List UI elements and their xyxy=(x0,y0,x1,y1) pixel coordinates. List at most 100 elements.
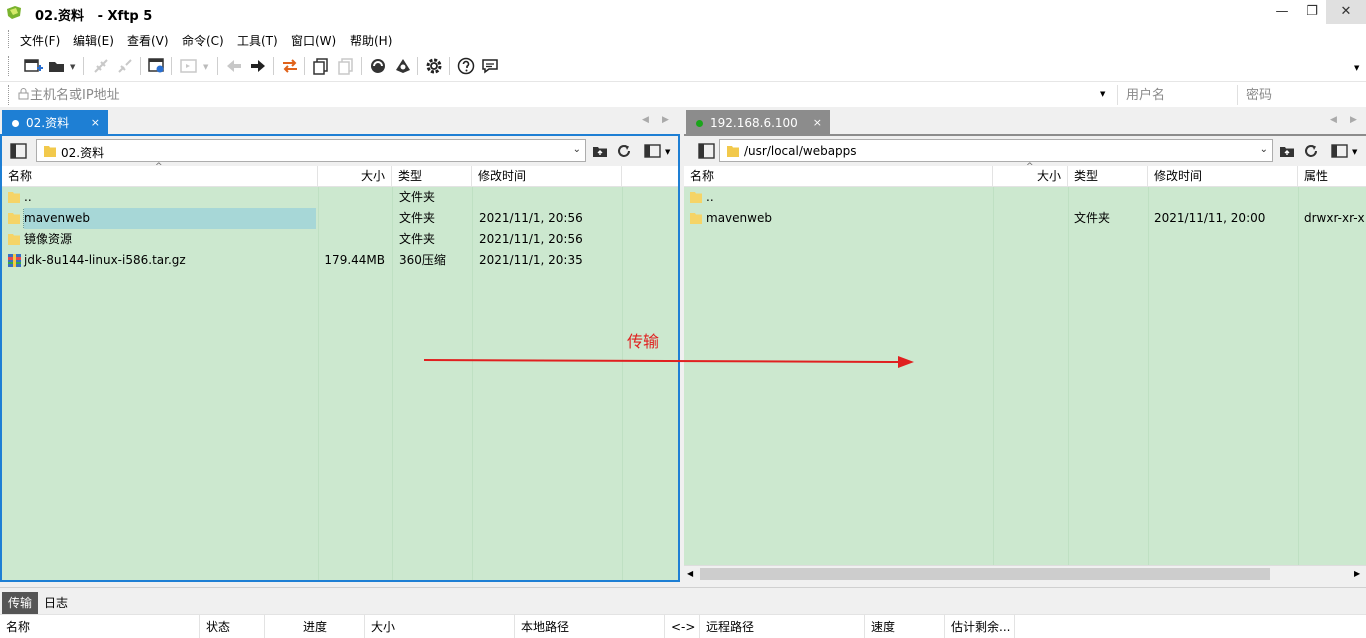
folder-icon xyxy=(44,146,56,157)
sidebar-toggle-icon[interactable] xyxy=(698,143,715,159)
disconnect-icon[interactable] xyxy=(115,56,135,76)
tab-scroll-left-icon[interactable]: ◀ xyxy=(1330,115,1337,125)
password-input[interactable] xyxy=(1237,85,1357,105)
sort-ascending-icon: ^ xyxy=(1026,162,1034,172)
tab-remote-192-168-6-100[interactable]: 192.168.6.100 × xyxy=(686,110,830,136)
menu-file[interactable]: 文件(F) xyxy=(20,32,60,49)
view-mode-chevron-icon[interactable]: ▼ xyxy=(1352,148,1357,156)
tcol-status[interactable]: 状态 xyxy=(200,615,265,638)
tab-scroll-right-icon[interactable]: ▶ xyxy=(662,115,669,125)
parent-folder-icon[interactable] xyxy=(1278,142,1296,160)
back-arrow-icon[interactable] xyxy=(224,56,244,76)
tab-close-icon[interactable]: × xyxy=(91,110,100,136)
scroll-left-icon[interactable]: ◀ xyxy=(687,569,693,578)
tab-scroll-right-icon[interactable]: ▶ xyxy=(1350,115,1357,125)
menu-window[interactable]: 窗口(W) xyxy=(291,32,336,49)
tcol-remote-path[interactable]: 远程路径 xyxy=(700,615,865,638)
file-row[interactable]: .. 文件夹 xyxy=(2,187,678,208)
paste-icon[interactable] xyxy=(336,56,356,76)
menu-tools[interactable]: 工具(T) xyxy=(237,32,278,49)
tab-close-icon[interactable]: × xyxy=(813,110,822,136)
copy-icon[interactable] xyxy=(311,56,331,76)
connect-icon[interactable] xyxy=(91,56,111,76)
file-row[interactable]: mavenweb 文件夹 2021/11/11, 20:00 drwxr-xr-… xyxy=(684,208,1366,229)
menu-command[interactable]: 命令(C) xyxy=(182,32,224,49)
toolbar-grip xyxy=(8,56,10,76)
xftp-logo-icon xyxy=(6,4,22,20)
tcol-name[interactable]: 名称 xyxy=(0,615,200,638)
view-mode-icon[interactable] xyxy=(1331,142,1349,160)
col-type[interactable]: 类型 xyxy=(1068,166,1148,187)
help-icon[interactable] xyxy=(456,56,476,76)
view-mode-icon[interactable] xyxy=(644,142,662,160)
refresh-icon[interactable] xyxy=(615,142,633,160)
tab-log[interactable]: 日志 xyxy=(38,592,74,614)
toolbar-separator xyxy=(273,57,274,75)
remote-path-input[interactable]: /usr/local/webapps ⌄ xyxy=(719,139,1273,162)
tcol-direction[interactable]: <-> xyxy=(665,615,700,638)
scrollbar-thumb[interactable] xyxy=(700,568,1270,580)
local-column-header: 名称 ^ 大小 类型 修改时间 xyxy=(2,162,678,187)
xshell-icon[interactable] xyxy=(368,56,388,76)
local-path-text: 02.资料 xyxy=(61,146,105,160)
col-name[interactable]: 名称 xyxy=(684,166,993,187)
tcol-eta[interactable]: 估计剩余... xyxy=(945,615,1015,638)
tab-transfers[interactable]: 传输 xyxy=(2,592,39,614)
col-modified[interactable]: 修改时间 xyxy=(1148,166,1298,187)
terminal-dropdown-chevron-icon[interactable]: ▼ xyxy=(203,63,208,71)
refresh-icon[interactable] xyxy=(1302,142,1320,160)
address-grip xyxy=(8,85,10,105)
terminal-icon[interactable] xyxy=(179,56,199,76)
tab-label: 02.资料 xyxy=(26,116,70,130)
tcol-progress[interactable]: 进度 xyxy=(265,615,365,638)
toolbar-separator xyxy=(361,57,362,75)
transfer-list-header: 名称 状态 进度 大小 本地路径 <-> 远程路径 速度 估计剩余... xyxy=(0,614,1366,638)
properties-icon[interactable] xyxy=(147,56,167,76)
file-name: .. xyxy=(706,190,714,204)
forward-arrow-icon[interactable] xyxy=(248,56,268,76)
annotation-label: 传输 xyxy=(627,332,660,351)
path-dropdown-chevron-icon[interactable]: ⌄ xyxy=(573,144,581,155)
menu-view[interactable]: 查看(V) xyxy=(127,32,169,49)
toolbar-overflow-chevron-icon[interactable]: ▼ xyxy=(1354,64,1359,72)
menu-edit[interactable]: 编辑(E) xyxy=(73,32,114,49)
file-modified: 2021/11/1, 20:56 xyxy=(479,232,583,246)
sync-transfer-icon[interactable] xyxy=(280,56,300,76)
file-name: .. xyxy=(24,190,32,204)
col-attributes[interactable]: 属性 xyxy=(1298,166,1366,187)
tcol-speed[interactable]: 速度 xyxy=(865,615,945,638)
menu-grip xyxy=(8,30,10,48)
tcol-size[interactable]: 大小 xyxy=(365,615,515,638)
sidebar-toggle-icon[interactable] xyxy=(10,143,27,159)
close-button[interactable]: ✕ xyxy=(1326,0,1366,24)
tcol-local-path[interactable]: 本地路径 xyxy=(515,615,665,638)
open-dropdown-chevron-icon[interactable]: ▼ xyxy=(70,63,75,71)
menu-help[interactable]: 帮助(H) xyxy=(350,32,392,49)
tab-scroll-left-icon[interactable]: ◀ xyxy=(642,115,649,125)
path-dropdown-chevron-icon[interactable]: ⌄ xyxy=(1260,144,1268,155)
parent-folder-icon[interactable] xyxy=(591,142,609,160)
file-row[interactable]: mavenweb 文件夹 2021/11/1, 20:56 xyxy=(2,208,678,229)
local-path-input[interactable]: 02.资料 ⌄ xyxy=(36,139,586,162)
col-modified[interactable]: 修改时间 xyxy=(472,166,622,187)
file-row[interactable]: 镜像资源 文件夹 2021/11/1, 20:56 xyxy=(2,229,678,250)
scroll-right-icon[interactable]: ▶ xyxy=(1354,569,1360,578)
toolbar-separator xyxy=(417,57,418,75)
xftp-shell-icon[interactable] xyxy=(393,56,413,76)
view-mode-chevron-icon[interactable]: ▼ xyxy=(665,148,670,156)
new-session-icon[interactable] xyxy=(23,56,43,76)
username-input[interactable] xyxy=(1117,85,1237,105)
gear-icon[interactable] xyxy=(424,56,444,76)
tab-local-02[interactable]: 02.资料 × xyxy=(2,110,108,136)
toolbar-separator xyxy=(171,57,172,75)
horizontal-scrollbar[interactable]: ◀ ▶ xyxy=(684,565,1366,582)
file-row[interactable]: .. xyxy=(684,187,1366,208)
host-input[interactable] xyxy=(30,85,1115,105)
open-folder-icon[interactable] xyxy=(47,56,67,76)
host-dropdown-chevron-icon[interactable]: ▼ xyxy=(1100,90,1105,98)
feedback-chat-icon[interactable] xyxy=(480,56,500,76)
file-row[interactable]: jdk-8u144-linux-i586.tar.gz 179.44MB 360… xyxy=(2,250,678,271)
sort-ascending-icon: ^ xyxy=(155,162,163,172)
col-size[interactable]: 大小 xyxy=(318,166,392,187)
col-type[interactable]: 类型 xyxy=(392,166,472,187)
